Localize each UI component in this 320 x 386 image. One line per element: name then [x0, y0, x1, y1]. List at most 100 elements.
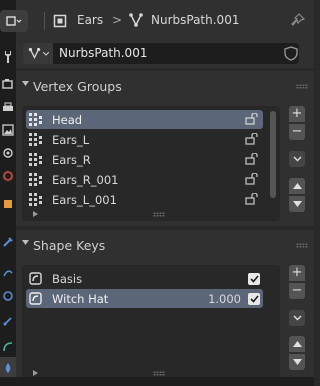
vertex-group-icon [29, 193, 42, 206]
list-item[interactable]: Ears_L_001 [26, 190, 263, 209]
move-down-button[interactable] [289, 196, 305, 212]
pin-icon[interactable] [290, 12, 306, 28]
tool-tab[interactable] [0, 46, 16, 68]
curve-data-icon [3, 342, 13, 352]
move-up-button[interactable] [289, 178, 305, 194]
object-icon [4, 200, 12, 208]
image-icon [2, 124, 14, 136]
move-up-button[interactable] [289, 336, 305, 352]
list-scrollbar[interactable] [270, 111, 276, 198]
shape-key-name[interactable]: Basis [52, 272, 82, 286]
datablock-name-field[interactable]: NurbsPath.001 [53, 43, 299, 64]
shape-key-specials-button[interactable] [289, 310, 305, 326]
remove-shape-key-button[interactable]: − [289, 283, 305, 299]
scene-icon [3, 148, 13, 158]
scene-tab[interactable] [0, 142, 16, 164]
add-vertex-group-button[interactable]: + [289, 106, 305, 122]
list-item[interactable]: Basis [26, 269, 263, 288]
editor-type-button[interactable] [0, 10, 28, 32]
unlock-icon[interactable] [245, 133, 258, 145]
vertex-group-icon [29, 113, 42, 126]
vertex-groups-title: Vertex Groups [33, 79, 122, 94]
list-resize-grip[interactable] [153, 371, 165, 376]
unlock-icon[interactable] [245, 193, 258, 205]
particles-tab[interactable] [0, 262, 16, 284]
shape-key-icon [29, 272, 42, 285]
wrench-blue-icon [3, 237, 13, 247]
panel-drag-handle[interactable] [296, 243, 308, 248]
properties-tab-strip [0, 0, 16, 386]
panel-drag-handle[interactable] [296, 84, 308, 89]
chevron-down-icon [293, 315, 301, 321]
list-item[interactable]: Witch Hat 1.000 [26, 289, 263, 308]
vertex-group-name[interactable]: Ears_R [52, 153, 91, 167]
vertex-group-name[interactable]: Ears_L [52, 133, 89, 147]
chevron-down-icon [22, 81, 29, 86]
render-tab[interactable] [0, 73, 16, 95]
object-tab[interactable] [0, 193, 16, 215]
output-tab[interactable] [0, 97, 16, 119]
unlock-icon[interactable] [245, 113, 258, 125]
breadcrumb-separator: > [112, 13, 123, 27]
curve-icon [28, 47, 40, 60]
remove-vertex-group-button[interactable]: − [289, 124, 305, 140]
shape-key-mute-checkbox[interactable] [248, 273, 260, 285]
checkmark-icon [249, 295, 259, 303]
shape-key-mute-checkbox[interactable] [248, 293, 260, 305]
list-item[interactable]: Head [26, 110, 263, 129]
triangle-down-icon [292, 201, 302, 207]
filter-options-toggle[interactable] [33, 211, 38, 217]
world-icon [3, 171, 13, 181]
chevron-down-icon [42, 51, 49, 56]
shape-keys-list: Basis Witch Hat 1.000 [22, 265, 280, 380]
datablock-browse-button[interactable] [23, 43, 53, 64]
shape-key-name[interactable]: Witch Hat [52, 292, 108, 306]
chevron-down-icon [293, 156, 301, 162]
vertex-group-specials-button[interactable] [289, 151, 305, 167]
data-tab[interactable] [0, 336, 16, 358]
fake-user-button[interactable] [280, 42, 302, 64]
world-tab[interactable] [0, 165, 16, 187]
datablock-row: NurbsPath.001 [16, 40, 314, 68]
list-item[interactable]: Ears_R [26, 150, 263, 169]
physics-icon [3, 291, 13, 301]
vertex-group-name[interactable]: Ears_L_001 [52, 193, 117, 207]
constraint-icon [3, 317, 12, 326]
add-shape-key-button[interactable]: + [289, 265, 305, 281]
vertex-group-icon [29, 173, 42, 186]
modifier-tab[interactable] [0, 231, 16, 253]
breadcrumb-data[interactable]: NurbsPath.001 [151, 13, 239, 27]
shape-key-icon [29, 292, 42, 305]
physics-tab[interactable] [0, 285, 16, 307]
bottom-edge [0, 377, 314, 386]
vertex-group-name[interactable]: Ears_R_001 [52, 173, 118, 187]
checkmark-icon [249, 275, 259, 283]
vertex-groups-panel-header[interactable]: Vertex Groups [16, 71, 314, 101]
move-down-button[interactable] [289, 354, 305, 370]
vertex-groups-list: Head Ears_L Ears_R Ears_R_001 Ears_L_001 [22, 106, 280, 221]
list-item[interactable]: Ears_L [26, 130, 263, 149]
shape-keys-title: Shape Keys [33, 238, 106, 253]
material-icon [5, 363, 11, 373]
chevron-down-icon [22, 240, 29, 245]
triangle-up-icon [292, 183, 302, 189]
header-separator [44, 12, 45, 30]
triangle-up-icon [292, 341, 302, 347]
unlock-icon[interactable] [245, 173, 258, 185]
material-tab[interactable] [0, 357, 16, 379]
particles-icon [3, 270, 13, 277]
breadcrumb-object[interactable]: Ears [77, 13, 103, 27]
constraints-tab[interactable] [0, 310, 16, 332]
curve-icon [129, 13, 143, 27]
list-resize-grip[interactable] [153, 212, 165, 217]
list-item[interactable]: Ears_R_001 [26, 170, 263, 189]
vertex-group-icon [29, 153, 42, 166]
view-layer-tab[interactable] [0, 119, 16, 141]
shape-key-value[interactable]: 1.000 [208, 292, 241, 306]
unlock-icon[interactable] [245, 153, 258, 165]
shape-keys-panel-header[interactable]: Shape Keys [16, 230, 314, 260]
object-square-icon [53, 14, 67, 28]
vertex-group-name[interactable]: Head [52, 113, 82, 127]
filter-options-toggle[interactable] [33, 370, 38, 376]
shield-icon [284, 45, 298, 61]
